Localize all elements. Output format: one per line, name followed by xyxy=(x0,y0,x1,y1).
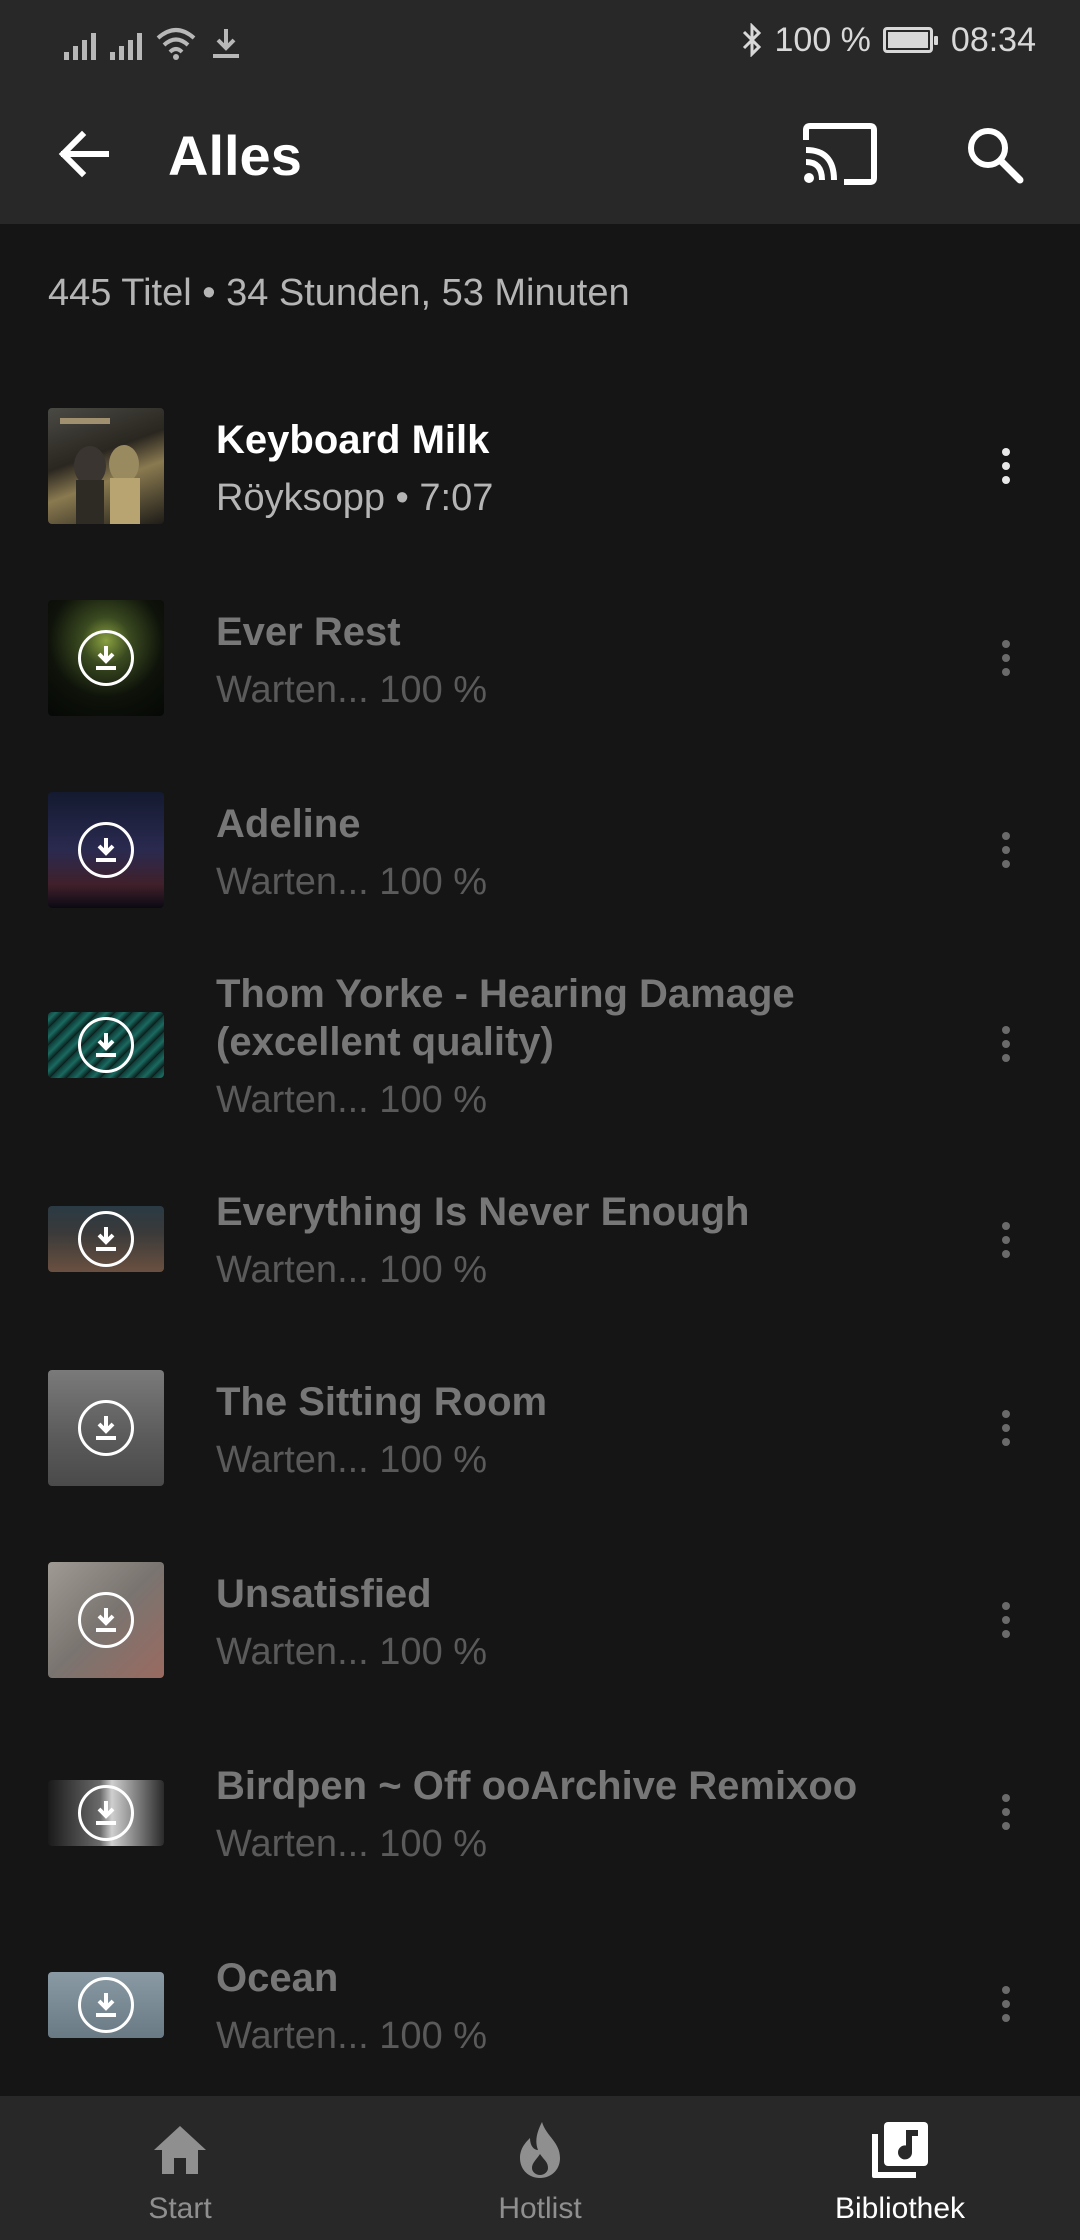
track-row[interactable]: Ever Rest Warten... 100 % xyxy=(0,582,1080,742)
track-title: Unsatisfied xyxy=(216,1572,432,1616)
album-art xyxy=(48,1972,164,2038)
back-button[interactable] xyxy=(52,122,116,186)
more-options-button[interactable] xyxy=(982,1964,1030,2044)
nav-start[interactable]: Start xyxy=(0,2096,360,2240)
cast-button[interactable] xyxy=(798,118,882,190)
album-art xyxy=(48,1206,164,1272)
cell-signal-icon xyxy=(64,30,96,60)
nav-bibliothek[interactable]: Bibliothek xyxy=(720,2096,1080,2240)
download-icon xyxy=(78,1592,134,1648)
more-options-button[interactable] xyxy=(982,426,1030,506)
track-row[interactable]: Everything Is Never Enough Warten... 100… xyxy=(0,1190,1080,1358)
nav-label: Hotlist xyxy=(498,2192,582,2225)
app-bar: Alles xyxy=(0,80,1080,224)
bottom-navigation: Start Hotlist Bibliothek xyxy=(0,2096,1080,2240)
download-icon xyxy=(78,630,134,686)
library-music-icon xyxy=(872,2122,928,2178)
more-options-button[interactable] xyxy=(982,1580,1030,1660)
track-subtitle: Warten... 100 % xyxy=(216,1823,488,1865)
battery-icon xyxy=(882,27,938,53)
more-options-button[interactable] xyxy=(982,810,1030,890)
track-subtitle: Warten... 100 % xyxy=(216,1631,488,1673)
more-options-button[interactable] xyxy=(982,1388,1030,1468)
album-art xyxy=(48,1370,164,1486)
download-icon xyxy=(78,1400,134,1456)
status-icons-left xyxy=(64,20,242,60)
nav-hotlist[interactable]: Hotlist xyxy=(360,2096,720,2240)
track-title: Everything Is Never Enough xyxy=(216,1190,750,1234)
track-title: Adeline xyxy=(216,802,361,846)
status-bar: 100 % 08:34 xyxy=(0,0,1080,80)
track-row[interactable]: Adeline Warten... 100 % xyxy=(0,774,1080,934)
album-art xyxy=(48,408,164,524)
search-icon xyxy=(968,128,1024,184)
album-art xyxy=(48,600,164,716)
track-subtitle: Warten... 100 % xyxy=(216,1079,488,1121)
status-icons-right: 100 % 08:34 xyxy=(741,18,1036,62)
track-title: Ever Rest xyxy=(216,610,401,654)
track-subtitle: Warten... 100 % xyxy=(216,2015,488,2057)
nav-label: Bibliothek xyxy=(834,2192,966,2225)
clock: 08:34 xyxy=(950,20,1036,59)
album-art xyxy=(48,1780,164,1846)
track-subtitle: Röyksopp • 7:07 xyxy=(216,477,494,519)
track-title: Keyboard Milk xyxy=(216,418,490,462)
track-title: The Sitting Room xyxy=(216,1380,548,1424)
album-art xyxy=(48,1012,164,1078)
more-options-button[interactable] xyxy=(982,618,1030,698)
home-icon xyxy=(154,2126,206,2174)
track-row[interactable]: Unsatisfied Warten... 100 % xyxy=(0,1562,1080,1722)
download-icon xyxy=(78,822,134,878)
track-subtitle: Warten... 100 % xyxy=(216,861,488,903)
more-options-button[interactable] xyxy=(982,1772,1030,1852)
track-row[interactable]: Ocean Warten... 100 % xyxy=(0,1946,1080,2096)
bluetooth-icon xyxy=(742,23,761,57)
track-subtitle: Warten... 100 % xyxy=(216,1439,488,1481)
more-options-button[interactable] xyxy=(982,1200,1030,1280)
download-icon xyxy=(78,1017,134,1073)
download-status-icon xyxy=(213,29,239,58)
track-row[interactable]: The Sitting Room Warten... 100 % xyxy=(0,1370,1080,1530)
more-options-button[interactable] xyxy=(982,1004,1030,1084)
flame-icon xyxy=(520,2122,560,2178)
track-title: Thom Yorke - Hearing Damage (excellent q… xyxy=(216,972,795,1064)
track-row[interactable]: Birdpen ~ Off ooArchive Remixoo Warten..… xyxy=(0,1754,1080,1914)
cell-signal-2-icon xyxy=(110,30,142,60)
library-summary: 445 Titel • 34 Stunden, 53 Minuten xyxy=(48,272,630,314)
download-icon xyxy=(78,1211,134,1267)
back-arrow-icon xyxy=(58,130,109,178)
wifi-icon xyxy=(156,28,196,60)
cast-icon xyxy=(803,123,877,185)
track-subtitle: Warten... 100 % xyxy=(216,1249,488,1291)
track-row[interactable]: Keyboard Milk Röyksopp • 7:07 xyxy=(0,390,1080,550)
track-title: Ocean xyxy=(216,1956,339,2000)
track-title: Birdpen ~ Off ooArchive Remixoo xyxy=(216,1764,858,1808)
track-subtitle: Warten... 100 % xyxy=(216,669,488,711)
album-art xyxy=(48,1562,164,1678)
album-art-image xyxy=(60,418,140,524)
nav-label: Start xyxy=(148,2192,212,2225)
battery-fill xyxy=(887,32,928,48)
album-art xyxy=(48,792,164,908)
search-button[interactable] xyxy=(958,118,1034,190)
page-title: Alles xyxy=(168,124,302,187)
track-row[interactable]: Thom Yorke - Hearing Damage (excellent q… xyxy=(0,966,1080,1166)
download-icon xyxy=(78,1785,134,1841)
battery-percent: 100 % xyxy=(774,20,871,59)
download-icon xyxy=(78,1977,134,2033)
